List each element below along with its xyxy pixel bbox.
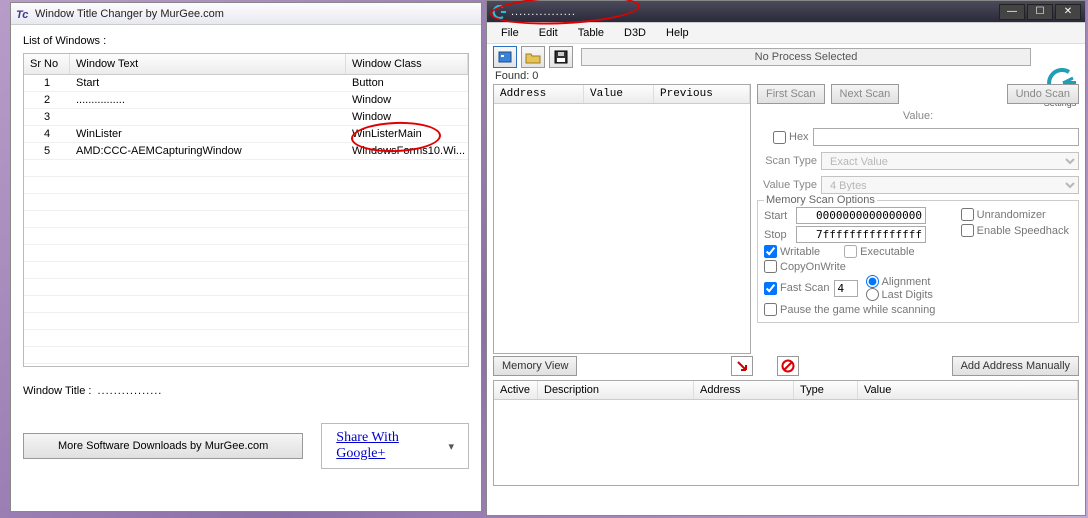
alignment-label: Alignment: [882, 276, 931, 288]
table-row[interactable]: 3Window: [24, 109, 468, 126]
executable-label: Executable: [860, 246, 914, 258]
col-description[interactable]: Description: [538, 381, 694, 399]
share-google-link[interactable]: Share With Google+: [336, 430, 442, 462]
copyonwrite-checkbox[interactable]: [764, 260, 777, 273]
col-address[interactable]: Address: [494, 85, 584, 103]
open-process-button[interactable]: [493, 46, 517, 68]
speedhack-checkbox[interactable]: [961, 224, 974, 237]
open-file-button[interactable]: [521, 46, 545, 68]
col-value[interactable]: Value: [584, 85, 654, 103]
table-row[interactable]: 2................Window: [24, 92, 468, 109]
cheat-engine-window: ................ — ☐ ✕ File Edit Table D…: [486, 0, 1086, 516]
memopts-legend: Memory Scan Options: [764, 194, 877, 206]
writable-checkbox[interactable]: [764, 245, 777, 258]
menu-edit[interactable]: Edit: [531, 25, 566, 41]
titlebar-right[interactable]: ................ — ☐ ✕: [487, 1, 1085, 23]
stop-label: Stop: [764, 229, 792, 241]
unrandomizer-label: Unrandomizer: [977, 209, 1046, 221]
copyonwrite-label: CopyOnWrite: [780, 261, 846, 273]
start-label: Start: [764, 210, 792, 222]
clear-list-button[interactable]: [777, 356, 799, 376]
title-text-right: ................: [511, 6, 999, 18]
unrandomizer-checkbox[interactable]: [961, 208, 974, 221]
stop-input[interactable]: [796, 226, 926, 243]
title-changer-window: Tc Window Title Changer by MurGee.com Li…: [10, 2, 482, 512]
app-icon: Tc: [15, 6, 31, 22]
lastdigits-label: Last Digits: [882, 289, 933, 301]
scantype-label: Scan Type: [757, 155, 817, 167]
speedhack-label: Enable Speedhack: [977, 225, 1069, 237]
maximize-button[interactable]: ☐: [1027, 4, 1053, 20]
value-input[interactable]: [813, 128, 1079, 146]
share-box: Share With Google+ ▾: [321, 423, 469, 469]
value-label: Value:: [903, 110, 933, 122]
close-button[interactable]: ✕: [1055, 4, 1081, 20]
more-downloads-button[interactable]: More Software Downloads by MurGee.com: [23, 433, 303, 459]
window-title-label: Window Title :: [23, 385, 91, 397]
process-bar: No Process Selected: [581, 48, 1031, 66]
scantype-select[interactable]: Exact Value: [821, 152, 1079, 170]
fastscan-label: Fast Scan: [780, 282, 830, 294]
table-row[interactable]: 1StartButton: [24, 75, 468, 92]
col-type[interactable]: Type: [794, 381, 858, 399]
dropdown-icon[interactable]: ▾: [448, 440, 454, 453]
menu-d3d[interactable]: D3D: [616, 25, 654, 41]
save-button[interactable]: [549, 46, 573, 68]
list-label: List of Windows :: [23, 35, 469, 47]
menu-file[interactable]: File: [493, 25, 527, 41]
svg-text:Tc: Tc: [16, 9, 28, 21]
col-previous[interactable]: Previous: [654, 85, 750, 103]
first-scan-button[interactable]: First Scan: [757, 84, 825, 104]
executable-checkbox[interactable]: [844, 245, 857, 258]
menubar: File Edit Table D3D Help: [487, 23, 1085, 44]
alignment-radio[interactable]: [866, 275, 879, 288]
hex-checkbox[interactable]: [773, 131, 786, 144]
col-val[interactable]: Value: [858, 381, 1078, 399]
add-address-manually-button[interactable]: Add Address Manually: [952, 356, 1079, 376]
hex-label: Hex: [789, 131, 809, 143]
fastscan-checkbox[interactable]: [764, 282, 777, 295]
table-row[interactable]: 5AMD:CCC-AEMCapturingWindowWindowsForms1…: [24, 143, 468, 160]
table-row[interactable]: 4WinListerWinListerMain: [24, 126, 468, 143]
next-scan-button[interactable]: Next Scan: [831, 84, 900, 104]
col-active[interactable]: Active: [494, 381, 538, 399]
writable-label: Writable: [780, 246, 820, 258]
titlebar-left[interactable]: Tc Window Title Changer by MurGee.com: [11, 3, 481, 25]
pause-checkbox[interactable]: [764, 303, 777, 316]
title-text-left: Window Title Changer by MurGee.com: [35, 8, 477, 20]
header-srno[interactable]: Sr No: [24, 54, 70, 74]
lastdigits-radio[interactable]: [866, 288, 879, 301]
pause-label: Pause the game while scanning: [780, 304, 935, 316]
col-addr[interactable]: Address: [694, 381, 794, 399]
valuetype-select[interactable]: 4 Bytes: [821, 176, 1079, 194]
menu-table[interactable]: Table: [570, 25, 612, 41]
header-window-class[interactable]: Window Class: [346, 54, 468, 74]
menu-help[interactable]: Help: [658, 25, 697, 41]
scan-results-list[interactable]: Address Value Previous: [493, 84, 751, 354]
window-title-value: ................: [97, 385, 162, 397]
window-list-grid[interactable]: Sr No Window Text Window Class 1StartBut…: [23, 53, 469, 367]
memory-view-button[interactable]: Memory View: [493, 356, 577, 376]
valuetype-label: Value Type: [757, 179, 817, 191]
found-label: Found: 0: [487, 70, 1085, 84]
add-to-list-button[interactable]: [731, 356, 753, 376]
start-input[interactable]: [796, 207, 926, 224]
ce-title-icon: [491, 4, 507, 20]
undo-scan-button[interactable]: Undo Scan: [1007, 84, 1079, 104]
header-window-text[interactable]: Window Text: [70, 54, 346, 74]
address-table[interactable]: Active Description Address Type Value: [493, 380, 1079, 486]
grid-header: Sr No Window Text Window Class: [24, 54, 468, 75]
minimize-button[interactable]: —: [999, 4, 1025, 20]
fastscan-input[interactable]: [834, 280, 858, 297]
